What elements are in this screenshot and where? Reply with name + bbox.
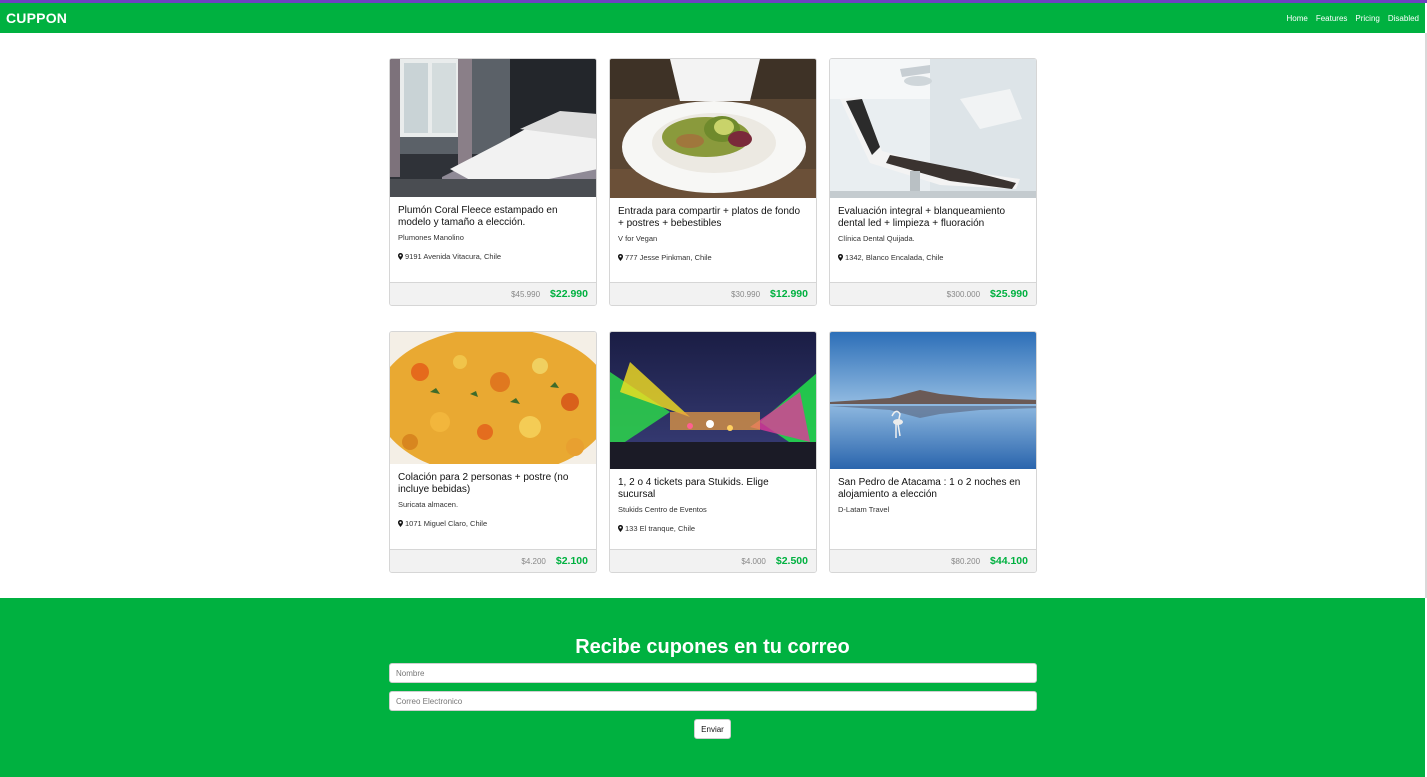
nav-disabled-link: Disabled [1387, 13, 1419, 23]
deal-address: 777 Jesse Pinkman, Chile [625, 253, 712, 262]
deal-merchant: Stukids Centro de Eventos [618, 505, 707, 514]
stew-photo [390, 332, 596, 464]
deal-title[interactable]: 1, 2 o 4 tickets para Stukids. Elige suc… [618, 477, 808, 501]
deal-title[interactable]: San Pedro de Atacama : 1 o 2 noches en a… [838, 477, 1028, 501]
nav-features-link[interactable]: Features [1316, 14, 1348, 23]
nav-pricing-link[interactable]: Pricing [1355, 14, 1379, 23]
deal-location: 1342, Blanco Encalada, Chile [838, 253, 1028, 262]
email-input[interactable] [389, 691, 1037, 711]
deal-location: 777 Jesse Pinkman, Chile [618, 253, 808, 262]
deal-old-price: $30.990 [731, 289, 761, 299]
map-pin-icon [838, 254, 843, 261]
submit-button[interactable]: Enviar [694, 719, 731, 739]
salt-lake-flamingo-photo [830, 332, 1036, 469]
newsletter-title: Recibe cupones en tu correo [575, 636, 850, 658]
deal-title[interactable]: Plumón Coral Fleece estampado en modelo … [398, 205, 588, 229]
deal-location: 9191 Avenida Vitacura, Chile [398, 252, 588, 261]
map-pin-icon [618, 254, 623, 261]
deal-price-bar: $45.990 $22.990 [390, 282, 596, 305]
deal-price: $44.100 [990, 555, 1028, 567]
deal-address: 133 El tranque, Chile [625, 524, 696, 533]
deal-merchant: Clínica Dental Quijada. [838, 234, 915, 243]
deal-price: $12.990 [770, 288, 808, 300]
deal-price-bar: $4.000 $2.500 [610, 549, 816, 572]
brand-logo[interactable]: CUPPON [6, 10, 67, 26]
deal-price: $22.990 [550, 288, 588, 300]
deal-merchant: Suricata almacen. [398, 500, 459, 509]
newsletter-section [0, 598, 1425, 777]
map-pin-icon [398, 253, 403, 260]
deal-title[interactable]: Colación para 2 personas + postre (no in… [398, 472, 588, 496]
map-pin-icon [618, 525, 623, 532]
deal-old-price: $300.000 [946, 289, 981, 299]
deal-title[interactable]: Entrada para compartir + platos de fondo… [618, 206, 808, 230]
nav-links: Home Features Pricing Disabled [1286, 14, 1419, 23]
deal-card[interactable]: Colación para 2 personas + postre (no in… [389, 331, 597, 573]
deal-address: 9191 Avenida Vitacura, Chile [405, 252, 502, 261]
deal-price-bar: $80.200 $44.100 [830, 549, 1036, 572]
deal-old-price: $45.990 [511, 289, 541, 299]
deal-card[interactable]: Entrada para compartir + platos de fondo… [609, 58, 817, 306]
deal-old-price: $4.200 [521, 556, 546, 566]
deal-card[interactable]: Plumón Coral Fleece estampado en modelo … [389, 58, 597, 306]
deal-location: 133 El tranque, Chile [618, 524, 808, 533]
deal-price-bar: $300.000 $25.990 [830, 282, 1036, 305]
deals-grid: Plumón Coral Fleece estampado en modelo … [389, 58, 1037, 573]
name-input[interactable] [389, 663, 1037, 683]
deal-address: 1071 Miguel Claro, Chile [405, 519, 488, 528]
deal-merchant: Plumones Manolino [398, 233, 464, 242]
bedroom-photo [390, 59, 596, 197]
amusement-park-photo [610, 332, 816, 469]
nav-home-link[interactable]: Home [1286, 14, 1307, 23]
deal-old-price: $80.200 [951, 556, 981, 566]
deal-title[interactable]: Evaluación integral + blanqueamiento den… [838, 206, 1028, 230]
food-plate-photo [610, 59, 816, 198]
deal-old-price: $4.000 [741, 556, 766, 566]
deal-price-bar: $30.990 $12.990 [610, 282, 816, 305]
deal-card[interactable]: 1, 2 o 4 tickets para Stukids. Elige suc… [609, 331, 817, 573]
deal-merchant: V for Vegan [618, 234, 658, 243]
navbar: CUPPON Home Features Pricing Disabled [0, 3, 1425, 33]
map-pin-icon [398, 520, 403, 527]
deal-location: 1071 Miguel Claro, Chile [398, 519, 588, 528]
deal-price: $2.500 [775, 555, 808, 567]
deal-price: $25.990 [990, 288, 1028, 300]
deal-price-bar: $4.200 $2.100 [390, 549, 596, 572]
deal-card[interactable]: Evaluación integral + blanqueamiento den… [829, 58, 1037, 306]
deal-merchant: D-Latam Travel [838, 505, 890, 514]
deal-address: 1342, Blanco Encalada, Chile [845, 253, 944, 262]
deal-price: $2.100 [555, 555, 588, 567]
deal-card[interactable]: San Pedro de Atacama : 1 o 2 noches en a… [829, 331, 1037, 573]
dental-chair-photo [830, 59, 1036, 198]
